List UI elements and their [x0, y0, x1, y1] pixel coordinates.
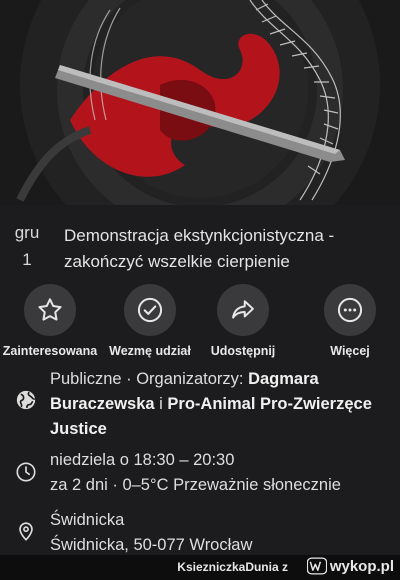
clock-icon [16, 462, 36, 482]
footer-username: KsiezniczkaDunia [177, 560, 279, 574]
share-circle[interactable] [217, 284, 269, 336]
privacy-prefix: Publiczne · Organizatorzy: [50, 370, 249, 388]
event-weather: za 2 dni · 0–5°C Przeważnie słonecznie [50, 476, 341, 494]
footer-site: wykop.pl [329, 557, 394, 575]
event-title: Demonstracja ekstynkcjonistyczna - zakoń… [64, 226, 335, 271]
organizers-text: Publiczne · Organizatorzy: Dagmara Burac… [50, 367, 390, 442]
footer-separator: z [282, 560, 288, 574]
event-date-month: gru [14, 223, 40, 242]
event-time: niedziela o 18:30 – 20:30 [50, 451, 235, 469]
share-label: Udostępnij [210, 344, 276, 358]
more-icon [337, 297, 363, 323]
going-circle[interactable] [124, 284, 176, 336]
event-cover-image[interactable] [0, 0, 400, 205]
organizer-connector: i [154, 395, 168, 413]
event-actions: Zainteresowana Wezmę udział Udostępnij W… [0, 284, 400, 364]
location-pin-icon [19, 522, 33, 541]
share-icon [232, 300, 254, 319]
going-label: Wezmę udział [109, 344, 191, 358]
wykop-logo: wykop.pl [306, 557, 394, 575]
watermark-footer: KsiezniczkaDunia z wykop.pl [0, 555, 400, 580]
more-label: Więcej [330, 344, 370, 358]
more-button[interactable]: Więcej [300, 284, 400, 358]
interested-circle[interactable] [24, 284, 76, 336]
check-circle-icon [137, 297, 163, 323]
interested-label: Zainteresowana [2, 344, 98, 358]
cover-artwork [0, 0, 400, 205]
share-button[interactable]: Udostępnij [193, 284, 293, 358]
event-date-day: 1 [22, 250, 32, 269]
footer-attribution: KsiezniczkaDunia z [177, 560, 288, 574]
globe-icon [16, 390, 36, 410]
going-button[interactable]: Wezmę udział [100, 284, 200, 358]
more-circle[interactable] [324, 284, 376, 336]
wykop-icon [306, 557, 327, 575]
star-icon [38, 298, 62, 321]
time-text: niedziela o 18:30 – 20:30 za 2 dni · 0–5… [50, 448, 390, 498]
interested-button[interactable]: Zainteresowana [0, 284, 100, 358]
location-text: Świdnicka Świdnicka, 50-077 Wrocław [50, 508, 390, 558]
location-name: Świdnicka [50, 511, 125, 529]
